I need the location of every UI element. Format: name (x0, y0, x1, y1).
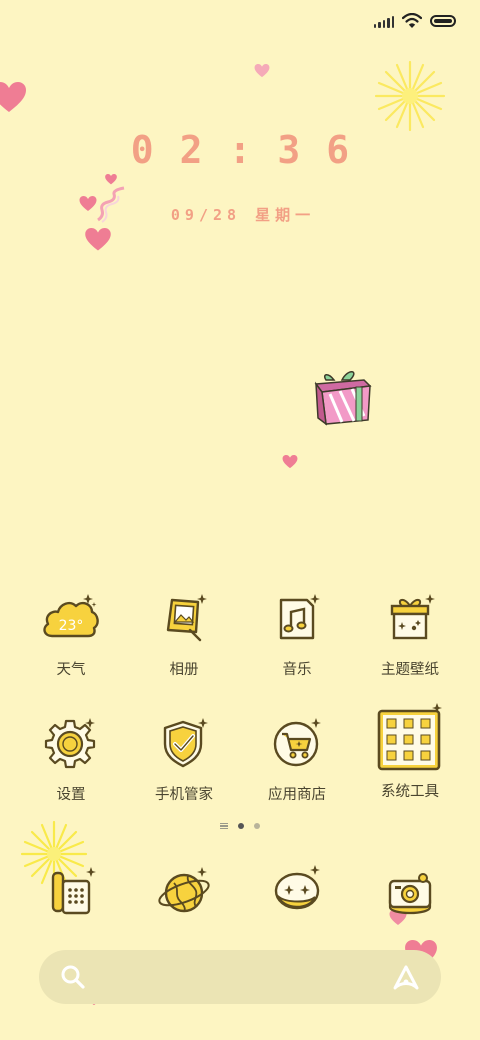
page-dot-active (238, 823, 244, 829)
app-label: 相册 (169, 662, 199, 678)
dock-browser[interactable] (154, 861, 214, 921)
search-bar[interactable] (39, 950, 441, 1004)
page-dot (254, 823, 260, 829)
assistant-icon[interactable] (391, 962, 421, 992)
browser-globe-icon (158, 867, 210, 913)
dock-camera[interactable] (380, 861, 440, 921)
dock-phone[interactable] (41, 861, 101, 921)
gift-box-icon (390, 594, 435, 640)
weather-cloud-icon: 23° (43, 594, 99, 638)
app-themes[interactable]: 主题壁纸 (354, 588, 466, 679)
tools-folder-icon (377, 703, 442, 771)
sparkle-burst-decoration (374, 60, 446, 132)
status-bar (373, 10, 456, 32)
menu-lines-icon (220, 823, 228, 829)
heart-decoration (0, 82, 26, 112)
app-security[interactable]: 手机管家 (128, 713, 240, 804)
phone-icon (51, 867, 96, 915)
photo-frame-icon (166, 594, 207, 642)
heart-decoration (282, 455, 298, 469)
gift-box-decoration (314, 371, 372, 426)
app-music[interactable]: 音乐 (241, 588, 353, 679)
app-label: 天气 (56, 662, 86, 678)
app-gallery[interactable]: 相册 (128, 588, 240, 679)
heart-decoration (85, 228, 111, 251)
app-label: 应用商店 (268, 787, 326, 803)
app-weather[interactable]: 23° 天气 (15, 588, 127, 679)
app-settings[interactable]: 设置 (15, 713, 127, 804)
messages-icon (274, 865, 320, 910)
page-indicator[interactable] (0, 823, 480, 829)
clock-date[interactable]: 09/28 星期一 (0, 204, 480, 225)
heart-decoration (105, 174, 117, 185)
app-label: 系统工具 (381, 784, 439, 800)
search-icon[interactable] (60, 964, 86, 990)
home-screen: 02:36 09/28 星期一 23° 天气 相册 音乐 主题壁纸 设置 手机管… (0, 0, 480, 1040)
app-store[interactable]: 应用商店 (241, 713, 353, 804)
clock-time[interactable]: 02:36 (0, 128, 480, 172)
cellular-signal-icon (373, 14, 394, 28)
shopping-cart-icon (273, 718, 321, 767)
shield-check-icon (163, 718, 208, 768)
weather-temperature: 23° (59, 618, 84, 634)
heart-decoration (254, 64, 270, 78)
app-label: 设置 (56, 787, 86, 803)
app-label: 主题壁纸 (381, 662, 439, 678)
gear-icon (44, 718, 96, 769)
camera-icon (388, 873, 432, 915)
app-label: 手机管家 (155, 787, 213, 803)
wifi-icon (402, 13, 422, 28)
battery-icon (430, 15, 456, 27)
dock-messages[interactable] (267, 861, 327, 921)
music-note-icon (279, 594, 320, 640)
app-system-tools[interactable]: 系统工具 (354, 703, 466, 801)
app-label: 音乐 (282, 662, 312, 678)
